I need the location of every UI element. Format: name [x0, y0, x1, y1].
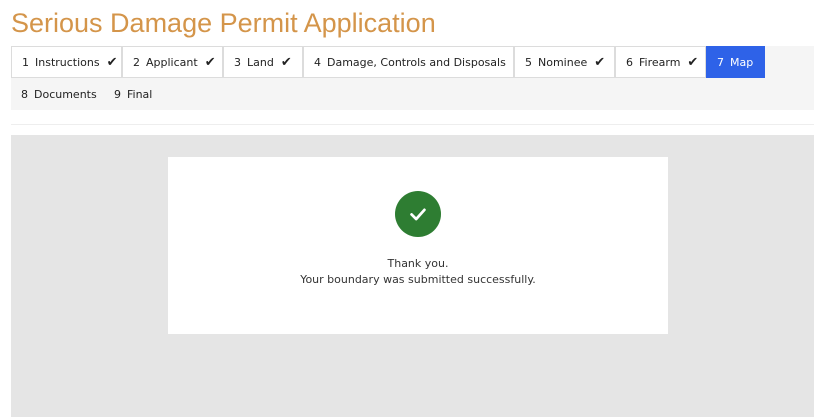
checkmark-icon: ✔ — [106, 54, 118, 70]
tab-applicant[interactable]: 2 Applicant ✔ — [122, 46, 223, 78]
application-page: Serious Damage Permit Application 1 Inst… — [0, 0, 814, 417]
tab-number: 2 — [133, 55, 140, 69]
step-tabs: 1 Instructions ✔ 2 Applicant ✔ 3 Land ✔ … — [11, 46, 814, 110]
tab-number: 6 — [626, 55, 633, 69]
checkmark-icon: ✔ — [594, 54, 606, 70]
tab-map[interactable]: 7 Map — [706, 46, 765, 78]
checkmark-icon: ✔ — [687, 54, 699, 70]
tab-label: Instructions — [35, 55, 100, 69]
tab-documents[interactable]: 8 Documents — [11, 78, 104, 110]
checkmark-icon: ✔ — [204, 54, 216, 70]
map-panel: Thank you. Your boundary was submitted s… — [11, 135, 814, 417]
tab-land[interactable]: 3 Land ✔ — [223, 46, 303, 78]
checkmark-circle-icon — [395, 191, 441, 237]
checkmark-icon: ✔ — [280, 54, 292, 70]
tab-number: 1 — [22, 55, 29, 69]
tab-label: Documents — [34, 87, 97, 101]
confirmation-message: Thank you. Your boundary was submitted s… — [168, 256, 668, 288]
tab-damage-controls-disposals[interactable]: 4 Damage, Controls and Disposals ✔ — [303, 46, 524, 78]
tab-label: Applicant — [146, 55, 198, 69]
thank-you-text: Thank you. — [387, 257, 449, 270]
tab-number: 3 — [234, 55, 241, 69]
submission-success-text: Your boundary was submitted successfully… — [300, 273, 536, 286]
tab-nominee[interactable]: 5 Nominee ✔ — [514, 46, 615, 78]
tab-number: 7 — [717, 55, 724, 69]
tab-label: Map — [730, 55, 754, 69]
checkmark-icon — [410, 208, 426, 221]
tab-label: Land — [247, 55, 274, 69]
tab-number: 4 — [314, 55, 321, 69]
tab-number: 9 — [114, 87, 121, 101]
tab-label: Nominee — [538, 55, 588, 69]
tab-label: Firearm — [639, 55, 681, 69]
tab-label: Damage, Controls and Disposals — [327, 55, 506, 69]
tab-number: 5 — [525, 55, 532, 69]
confirmation-card: Thank you. Your boundary was submitted s… — [168, 157, 668, 334]
tab-final[interactable]: 9 Final — [104, 78, 160, 110]
tab-instructions[interactable]: 1 Instructions ✔ — [11, 46, 122, 78]
tab-number: 8 — [21, 87, 28, 101]
tab-firearm[interactable]: 6 Firearm ✔ — [615, 46, 706, 78]
page-title: Serious Damage Permit Application — [11, 8, 436, 38]
tab-label: Final — [127, 87, 153, 101]
